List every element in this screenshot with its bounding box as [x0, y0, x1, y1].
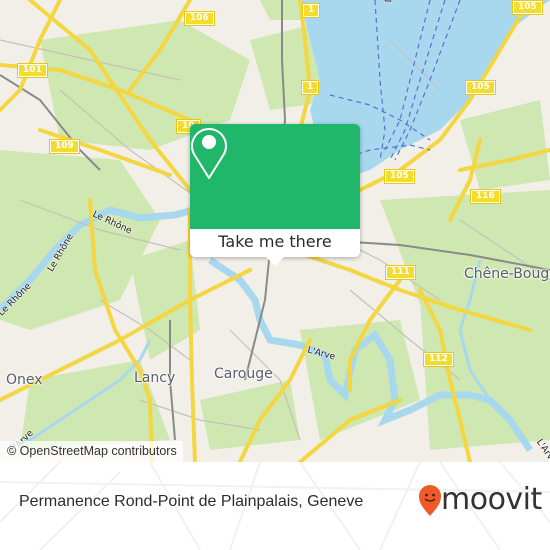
road-shield-106: 106 [184, 11, 215, 26]
road-shield-111: 111 [385, 265, 416, 280]
road-shield-109: 109 [49, 139, 80, 154]
road-shield-105-mid: 105 [465, 80, 496, 95]
popup-header[interactable] [190, 124, 360, 229]
road-shield-112: 112 [423, 352, 454, 367]
place-label-lancy: Lancy [134, 370, 176, 386]
place-label-onex: Onex [6, 372, 43, 388]
map[interactable]: Onex Lancy Carouge Chêne-Bouge Le Rhône … [0, 0, 550, 462]
footer: Permanence Rond-Point de Plainpalais, Ge… [0, 462, 550, 550]
take-me-there-popup[interactable]: Take me there [190, 124, 360, 266]
place-label-carouge: Carouge [214, 366, 273, 382]
map-pin-icon [191, 128, 227, 179]
moovit-pin-icon [419, 485, 441, 516]
popup-pointer [266, 257, 284, 266]
road-shield-105-low: 105 [384, 169, 415, 184]
road-shield-1-mid: 1 [300, 80, 320, 95]
moovit-wordmark: moovit [441, 482, 542, 517]
road-shield-105-top: 105 [512, 0, 543, 15]
road-shield-1-top: 1 [301, 3, 321, 18]
map-attribution[interactable]: © OpenStreetMap contributors [0, 441, 183, 462]
take-me-there-button[interactable]: Take me there [190, 229, 360, 257]
road-shield-101: 101 [17, 63, 48, 78]
location-name: Permanence Rond-Point de Plainpalais, Ge… [19, 493, 364, 510]
road-shield-116: 116 [470, 189, 501, 204]
place-label-chene-bougeries: Chêne-Bouge [464, 266, 550, 282]
